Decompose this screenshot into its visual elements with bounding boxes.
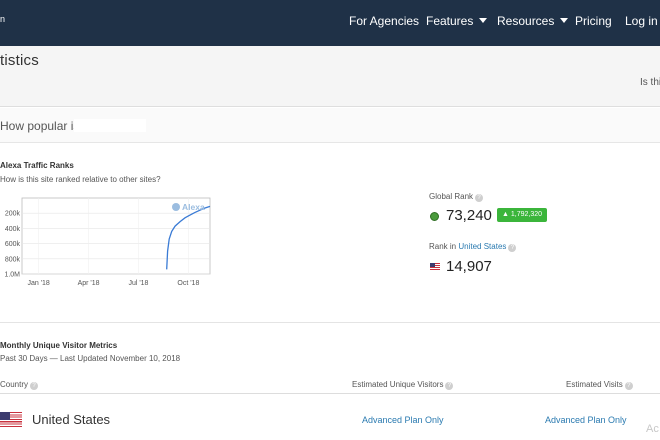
- caret-down-icon: [560, 18, 569, 23]
- us-flag-icon: [0, 412, 22, 427]
- header-right-text: Is thi: [640, 77, 660, 88]
- x-tick-label: Jul '18: [128, 280, 148, 287]
- globe-icon: [430, 212, 439, 221]
- redacted-site-name: [74, 119, 146, 132]
- section-divider: [0, 322, 660, 323]
- visitor-metrics-title: Monthly Unique Visitor Metrics: [0, 341, 118, 350]
- activation-watermark: Ac: [646, 423, 659, 435]
- column-header-visits: Estimated Visits?: [566, 380, 633, 390]
- caret-down-icon: [479, 18, 488, 23]
- alexa-watermark-text: Alexa: [182, 202, 205, 212]
- column-header-country: Country?: [0, 380, 39, 390]
- x-tick-label: Oct '18: [177, 280, 199, 287]
- country-rank-label: Rank in United States?: [429, 242, 517, 252]
- top-nav: n For Agencies Features Resources Pricin…: [0, 0, 660, 46]
- popularity-question-band: How popular is: [0, 108, 660, 143]
- brand-logo-fragment[interactable]: n: [0, 14, 5, 24]
- nav-pricing[interactable]: Pricing: [575, 14, 612, 28]
- traffic-ranks-subtitle: How is this site ranked relative to othe…: [0, 175, 161, 184]
- nav-resources[interactable]: Resources: [497, 14, 569, 28]
- x-tick-label: Jan '18: [27, 280, 49, 287]
- y-tick-label: 1.0M: [4, 272, 20, 279]
- title-band: tistics Is thi: [0, 46, 660, 107]
- column-header-unique-visitors: Estimated Unique Visitors?: [352, 380, 454, 390]
- global-rank-label: Global Rank?: [429, 192, 484, 202]
- visits-upgrade-link[interactable]: Advanced Plan Only: [545, 415, 627, 425]
- question-circle-icon[interactable]: ?: [624, 382, 633, 390]
- x-tick-label: Apr '18: [78, 280, 100, 287]
- y-tick-label: 200k: [5, 211, 21, 218]
- traffic-ranks-title: Alexa Traffic Ranks: [0, 161, 74, 170]
- y-tick-label: 600k: [5, 241, 21, 248]
- question-circle-icon[interactable]: ?: [475, 194, 484, 202]
- us-flag-icon: [430, 263, 440, 270]
- nav-login[interactable]: Log in: [625, 14, 658, 28]
- page-title: tistics: [0, 52, 39, 69]
- global-rank-value: 73,240: [446, 207, 492, 224]
- popularity-question: How popular is: [0, 119, 80, 133]
- y-tick-label: 800k: [5, 256, 21, 263]
- question-circle-icon[interactable]: ?: [508, 244, 517, 252]
- y-tick-label: 400k: [5, 226, 21, 233]
- visitor-metrics-subtitle: Past 30 Days — Last Updated November 10,…: [0, 354, 181, 363]
- global-rank-delta-badge: ▲ 1,792,320: [497, 208, 547, 222]
- row-country: United States: [32, 412, 111, 427]
- question-circle-icon[interactable]: ?: [30, 382, 39, 390]
- traffic-rank-chart[interactable]: 200k 400k 600k 800k 1.0M Jan '18 Apr '18 Jul '1…: [0, 190, 220, 290]
- table-header-rule: [0, 393, 660, 394]
- country-rank-value: 14,907: [446, 258, 492, 275]
- unique-visitors-upgrade-link[interactable]: Advanced Plan Only: [362, 415, 444, 425]
- nav-for-agencies[interactable]: For Agencies: [349, 14, 419, 28]
- question-circle-icon[interactable]: ?: [445, 382, 454, 390]
- alexa-watermark-icon: [172, 203, 180, 211]
- nav-features[interactable]: Features: [426, 14, 488, 28]
- country-rank-link[interactable]: United States: [458, 242, 506, 251]
